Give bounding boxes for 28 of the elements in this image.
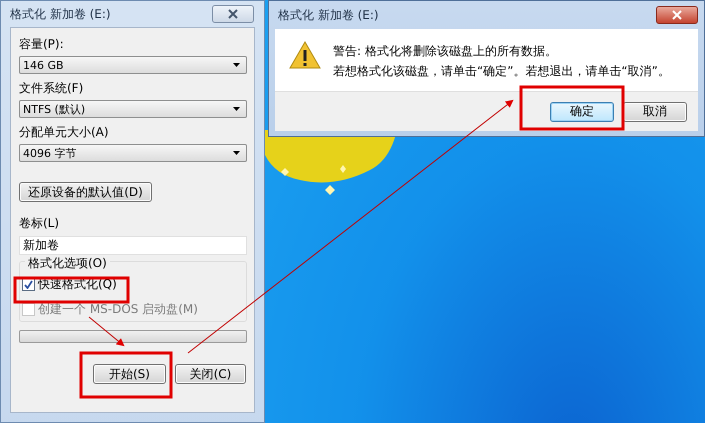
dialog-button[interactable]: 取消	[623, 102, 687, 122]
field-label: 分配单元大小(A)	[19, 124, 110, 140]
close-button[interactable]	[656, 6, 698, 24]
dialog-button[interactable]: 确定	[550, 102, 614, 122]
annotation-arrow	[88, 316, 125, 346]
dialog-button[interactable]: 关闭(C)	[175, 364, 246, 384]
field-label: 容量(P):	[19, 36, 65, 52]
warning-text: 警告: 格式化将删除该磁盘上的所有数据。	[333, 43, 558, 60]
field-label: 文件系统(F)	[19, 80, 84, 96]
dropdown[interactable]: NTFS (默认)	[19, 100, 247, 118]
window-title: 格式化 新加卷 (E:)	[10, 6, 111, 22]
warning-icon	[289, 41, 321, 69]
restore-defaults-button[interactable]: 还原设备的默认值(D)	[19, 182, 152, 202]
caret-icon	[233, 63, 240, 67]
checkbox-label: 创建一个 MS-DOS 启动盘(M)	[38, 301, 198, 318]
dialog-button[interactable]: 开始(S)	[93, 364, 166, 384]
close-icon	[227, 9, 239, 19]
caret-icon	[233, 151, 240, 155]
caret-icon	[233, 107, 240, 111]
close-button[interactable]	[212, 5, 254, 23]
warning-text: 若想格式化该磁盘，请单击“确定”。若想退出，请单击“取消”。	[333, 63, 670, 80]
close-icon	[671, 10, 683, 20]
group-legend: 格式化选项(O)	[25, 255, 110, 272]
volume-label-field[interactable]: 新加卷	[19, 236, 247, 255]
dropdown[interactable]: 4096 字节	[19, 144, 247, 162]
dropdown[interactable]: 146 GB	[19, 56, 247, 74]
dialog-title: 格式化 新加卷 (E:)	[278, 6, 379, 24]
field-label: 卷标(L)	[19, 215, 60, 231]
